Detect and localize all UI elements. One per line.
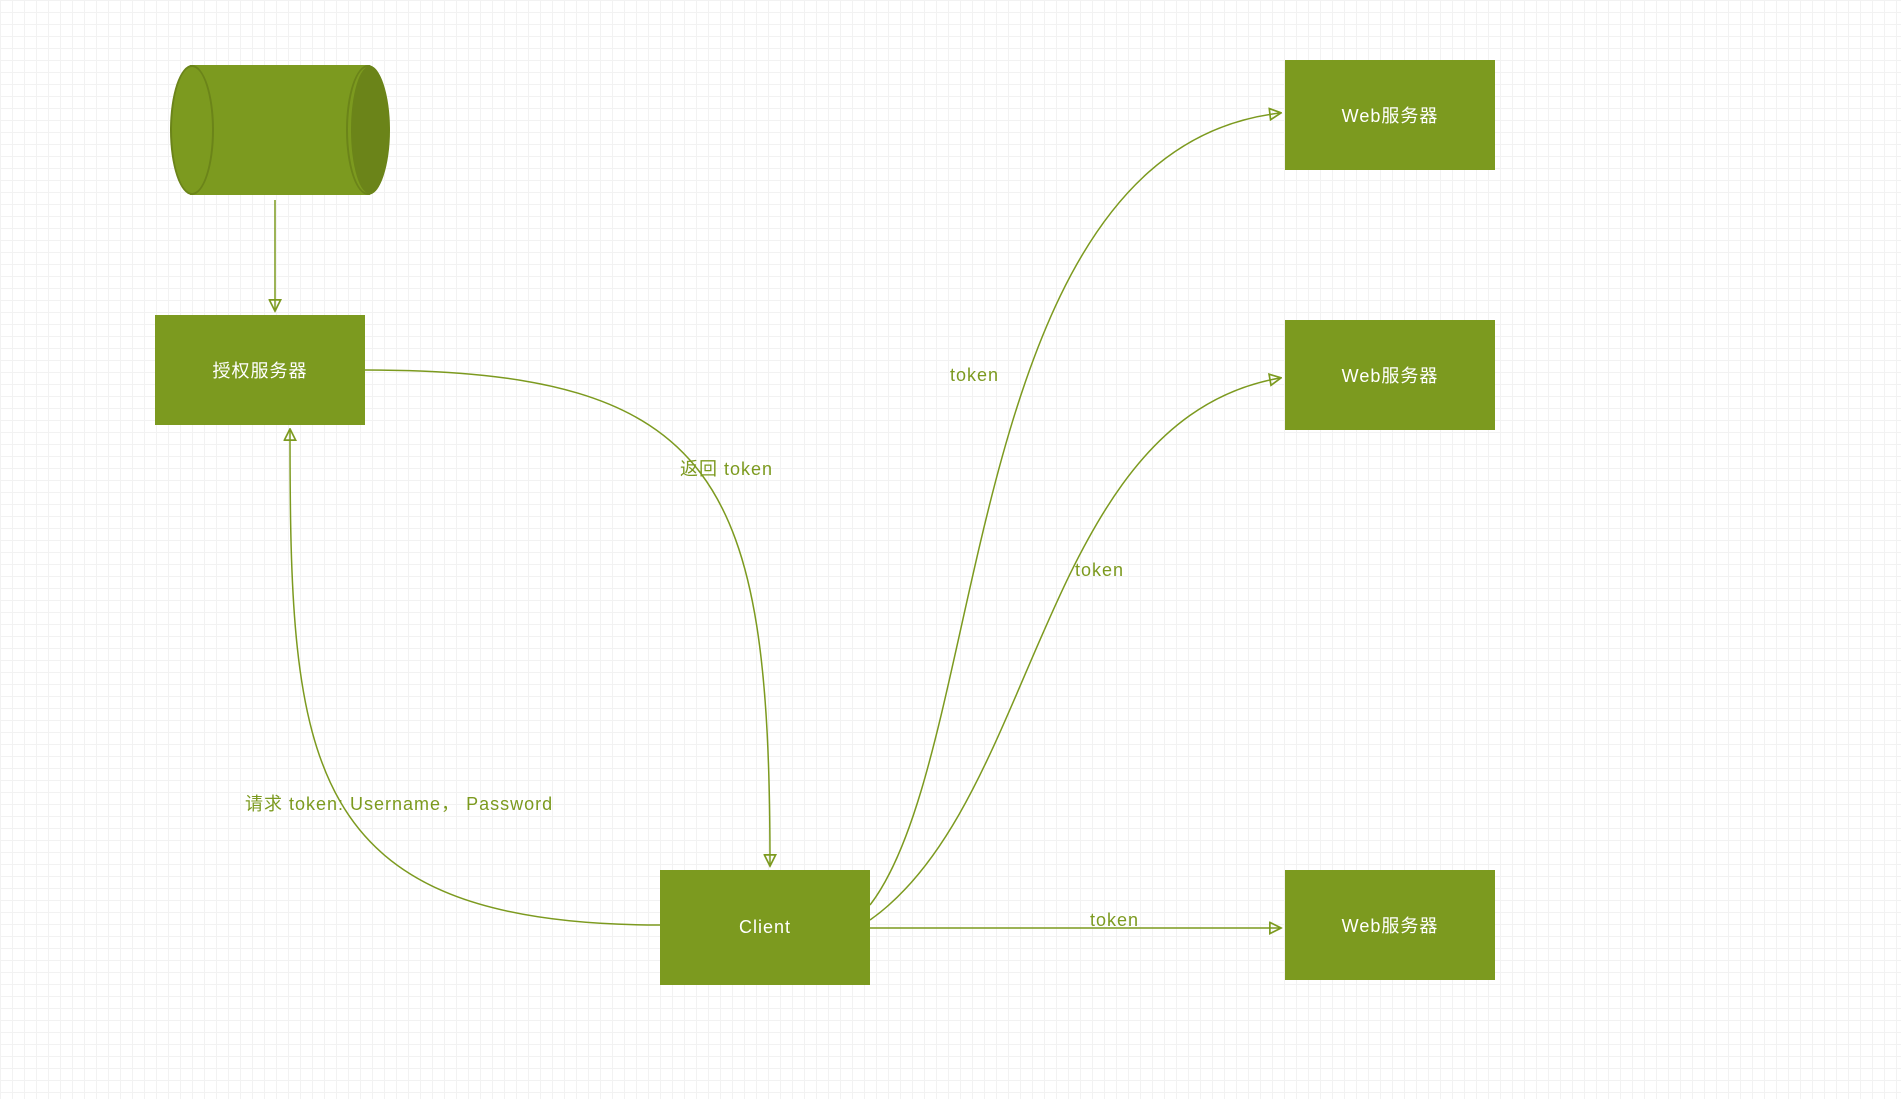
auth-server-label: 授权服务器 — [213, 357, 308, 383]
edge-label-token-2: token — [1075, 560, 1124, 581]
edge-label-token-3: token — [1090, 910, 1139, 931]
cylinder-cap-icon — [351, 66, 389, 194]
auth-server-node: 授权服务器 — [155, 315, 365, 425]
edge-label-return-token: 返回 token — [680, 455, 773, 481]
edge-label-request-token: 请求 token: Username， Password — [245, 790, 553, 816]
edge-label-token-1: token — [950, 365, 999, 386]
client-label: Client — [739, 917, 791, 938]
web-server-3-label: Web服务器 — [1342, 912, 1439, 938]
web-server-2-label: Web服务器 — [1342, 362, 1439, 388]
client-node: Client — [660, 870, 870, 985]
database-node — [190, 65, 370, 195]
edge-client-to-web1 — [870, 113, 1280, 905]
web-server-1-node: Web服务器 — [1285, 60, 1495, 170]
edge-client-to-auth — [290, 430, 660, 925]
web-server-1-label: Web服务器 — [1342, 102, 1439, 128]
edge-client-to-web2 — [870, 378, 1280, 920]
web-server-3-node: Web服务器 — [1285, 870, 1495, 980]
web-server-2-node: Web服务器 — [1285, 320, 1495, 430]
